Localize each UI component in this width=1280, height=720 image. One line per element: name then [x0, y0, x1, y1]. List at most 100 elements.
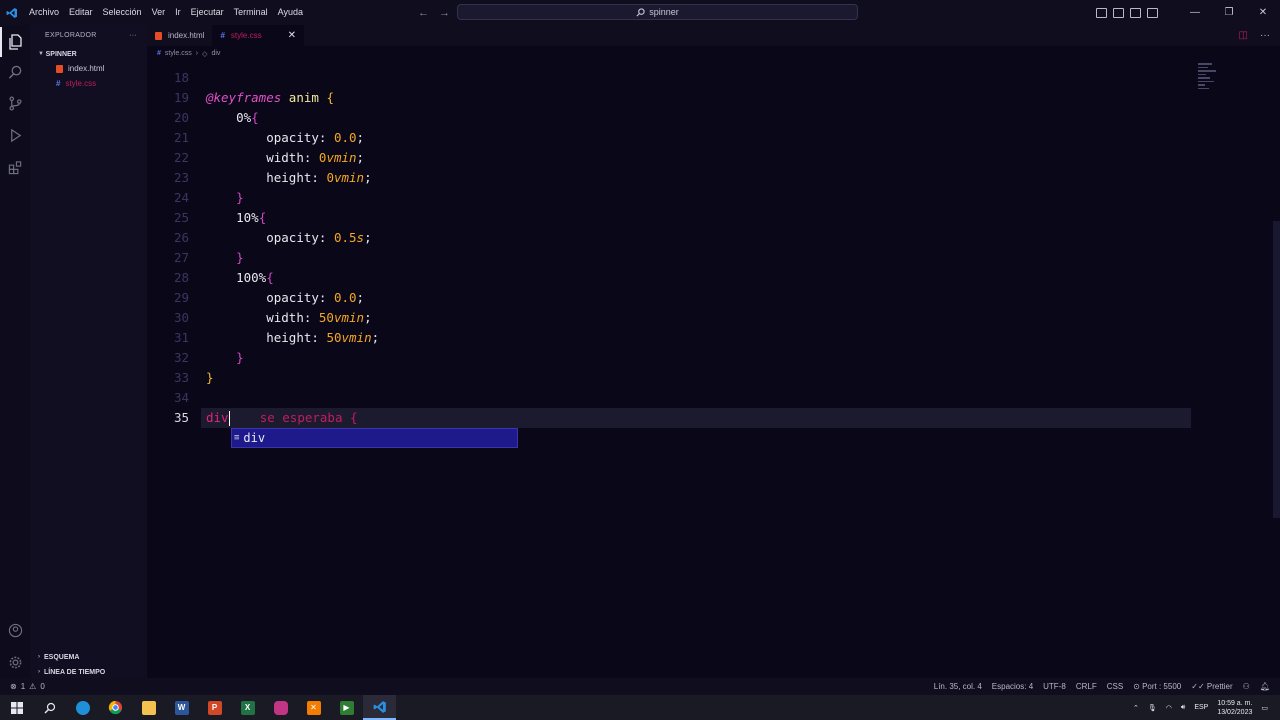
word-icon[interactable]: W: [165, 695, 198, 720]
explorer-icon[interactable]: [0, 27, 30, 57]
menu-ir[interactable]: Ir: [170, 0, 186, 25]
code-line-29: 29 opacity: 0.0;: [173, 290, 365, 305]
wifi-icon[interactable]: ◠: [1166, 704, 1172, 712]
html-file-icon: [155, 31, 162, 40]
error-icon: ⊗: [10, 682, 17, 691]
menu-ver[interactable]: Ver: [147, 0, 171, 25]
file-explorer-icon[interactable]: [132, 695, 165, 720]
taskbar-search-icon[interactable]: [33, 695, 66, 720]
code-line-35: 35 div se esperaba {: [173, 410, 358, 426]
menu-terminal[interactable]: Terminal: [229, 0, 273, 25]
toggle-panel-icon[interactable]: [1113, 7, 1124, 18]
activity-bar: [0, 25, 30, 678]
notifications-bell-icon[interactable]: 🔔︎: [1260, 682, 1270, 691]
run-debug-icon[interactable]: [0, 120, 30, 150]
notification-center-icon[interactable]: ▭: [1261, 704, 1268, 712]
language-mode[interactable]: CSS: [1107, 682, 1123, 691]
vscode-taskbar-icon[interactable]: [363, 695, 396, 720]
chevron-right-icon: ›: [38, 654, 40, 660]
menu-ayuda[interactable]: Ayuda: [273, 0, 308, 25]
indentation[interactable]: Espacios: 4: [992, 682, 1033, 691]
chevron-up-icon[interactable]: ⌃: [1133, 704, 1139, 712]
vertical-scrollbar[interactable]: [1273, 221, 1280, 518]
toggle-sidebar-icon[interactable]: [1096, 7, 1107, 18]
app-icon[interactable]: ✕: [297, 695, 330, 720]
chevron-right-icon: ›: [38, 669, 40, 675]
minimap[interactable]: [1198, 61, 1220, 106]
menu-seleccion[interactable]: Selección: [98, 0, 147, 25]
typed-text: div: [206, 410, 229, 425]
explorer-sidebar: EXPLORADOR ··· ▼ SPINNER index.html # st…: [30, 25, 147, 678]
split-editor-icon[interactable]: ◫: [1239, 30, 1248, 41]
microphone-icon[interactable]: 🎙︎: [1148, 704, 1157, 712]
css-file-icon: #: [157, 50, 161, 57]
keyword-suggestion-icon: ≡: [234, 433, 240, 443]
back-arrow-icon[interactable]: ←: [418, 7, 429, 19]
edge-browser-icon[interactable]: [66, 695, 99, 720]
close-tab-icon[interactable]: ✕: [288, 30, 296, 41]
search-icon[interactable]: [0, 57, 30, 87]
file-index-html[interactable]: index.html: [30, 61, 147, 76]
excel-icon[interactable]: X: [231, 695, 264, 720]
outline-section[interactable]: › ESQUEMA: [30, 650, 147, 664]
code-line-31: 31 height: 50vmin;: [173, 330, 380, 345]
vscode-logo-icon: [0, 0, 24, 25]
encoding[interactable]: UTF-8: [1043, 682, 1066, 691]
customize-layout-icon[interactable]: [1147, 7, 1158, 18]
powerpoint-icon[interactable]: P: [198, 695, 231, 720]
breadcrumb-symbol[interactable]: div: [211, 50, 220, 57]
search-icon: [636, 7, 645, 16]
code-line-26: 26 opacity: 0.5s;: [173, 230, 372, 245]
folder-spinner[interactable]: ▼ SPINNER: [30, 47, 147, 61]
error-count: 1: [20, 682, 26, 691]
feedback-icon[interactable]: ⚇: [1243, 682, 1250, 691]
account-icon[interactable]: [0, 615, 30, 645]
breadcrumb: # style.css › ◇ div: [147, 46, 1280, 61]
forward-arrow-icon[interactable]: →: [439, 7, 450, 19]
input-language[interactable]: ESP: [1194, 704, 1208, 711]
clock[interactable]: 10:59 a. m. 13/02/2023: [1217, 699, 1252, 717]
warning-icon: ⚠: [29, 682, 37, 691]
command-center-search[interactable]: spinner: [457, 4, 858, 20]
volume-icon[interactable]: 🔊︎: [1181, 704, 1185, 712]
settings-gear-icon[interactable]: [0, 647, 30, 677]
menu-archivo[interactable]: Archivo: [24, 0, 64, 25]
code-line-27: 27 }: [173, 250, 244, 265]
code-line-25: 25 10%{: [173, 210, 267, 225]
code-line-33: 33}: [173, 370, 214, 385]
menu-ejecutar[interactable]: Ejecutar: [186, 0, 229, 25]
cursor-position[interactable]: Lín. 35, col. 4: [934, 682, 982, 691]
maximize-button[interactable]: ❐: [1212, 0, 1246, 25]
command-center-label: spinner: [649, 7, 679, 17]
source-control-icon[interactable]: [0, 88, 30, 118]
breadcrumb-file[interactable]: style.css: [165, 50, 192, 57]
prettier-status[interactable]: ✓✓ Prettier: [1191, 682, 1232, 691]
more-actions-icon[interactable]: ···: [1260, 30, 1270, 41]
code-editor[interactable]: 18 19 @keyframes anim { 20 0%{ 21 opacity…: [147, 61, 1280, 678]
chrome-browser-icon[interactable]: [99, 695, 132, 720]
menu-editar[interactable]: Editar: [64, 0, 98, 25]
css-file-icon: #: [56, 79, 61, 88]
close-window-button[interactable]: ✕: [1246, 0, 1280, 25]
minimize-button[interactable]: —: [1178, 0, 1212, 25]
file-label: style.css: [65, 79, 97, 88]
live-server-port[interactable]: ⊙ Port : 5500: [1133, 682, 1181, 691]
windows-start-icon[interactable]: [0, 695, 33, 720]
toggle-secondary-sidebar-icon[interactable]: [1130, 7, 1141, 18]
instagram-icon[interactable]: [264, 695, 297, 720]
explorer-more-icon[interactable]: ···: [129, 32, 137, 39]
tab-style-css[interactable]: # style.css ✕: [212, 25, 304, 46]
extensions-icon[interactable]: [0, 152, 30, 182]
title-bar-right: — ❐ ✕: [1096, 0, 1280, 25]
explorer-header: EXPLORADOR ···: [30, 25, 147, 45]
tab-index-html[interactable]: index.html: [147, 25, 212, 46]
code-line-19: 19 @keyframes anim {: [173, 90, 334, 105]
editor-actions: ◫ ···: [1239, 25, 1270, 46]
terminal-app-icon[interactable]: ▶: [330, 695, 363, 720]
menu-bar: Archivo Editar Selección Ver Ir Ejecutar…: [24, 0, 308, 25]
timeline-section[interactable]: › LÍNEA DE TIEMPO: [30, 665, 147, 679]
file-style-css[interactable]: # style.css: [30, 76, 147, 91]
end-of-line[interactable]: CRLF: [1076, 682, 1097, 691]
problems-indicator[interactable]: ⊗ 1 ⚠ 0: [10, 682, 45, 691]
autocomplete-suggestion[interactable]: ≡ div: [231, 428, 518, 448]
